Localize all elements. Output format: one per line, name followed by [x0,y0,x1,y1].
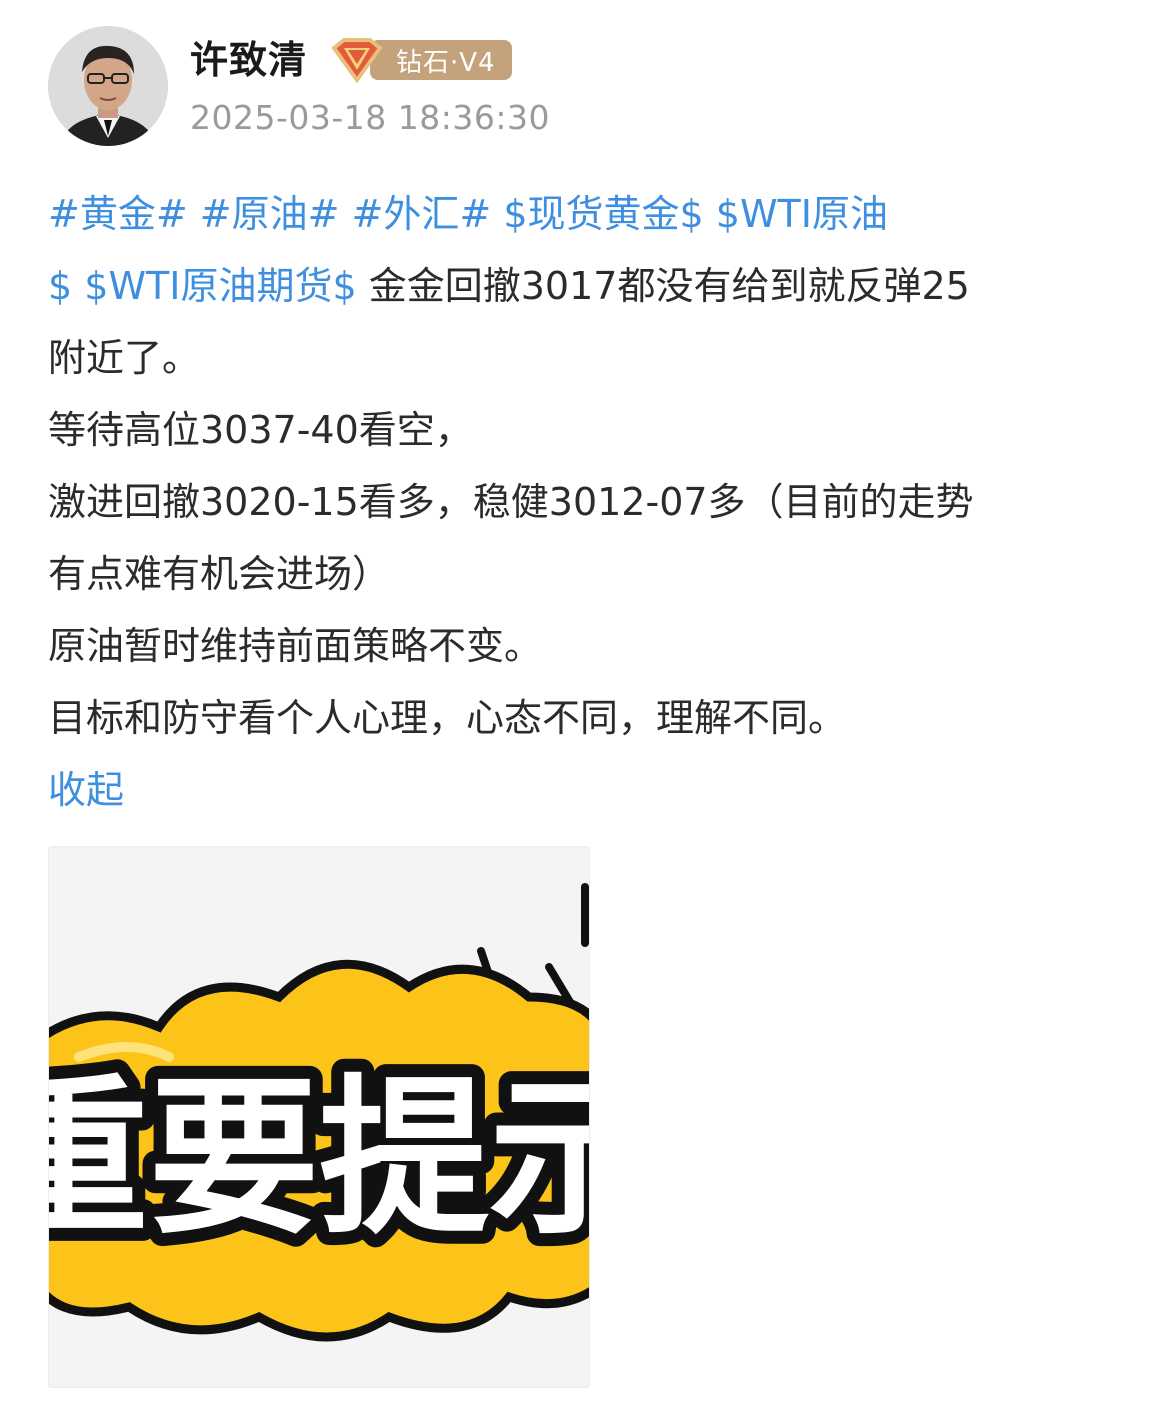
diamond-gem-icon [331,38,383,84]
post-line: 目标和防守看个人心理，心态不同，理解不同。 [48,696,847,740]
post-line: 等待高位3037-40看空， [48,408,473,452]
post-header: 许致清 钻石·V4 2025-03-18 18:36:30 [48,26,1128,146]
post-line: 附近了。 [48,336,201,380]
avatar-image [48,26,168,146]
avatar[interactable] [48,26,168,146]
post-text: 金金回撤3017都没有给到就反弹25 [368,264,970,308]
image-caption: 重要提示 重要提示 [49,1047,589,1271]
post-line: 激进回撤3020-15看多，稳健3012-07多（目前的走势 [48,480,974,524]
post-line: 原油暂时维持前面策略不变。 [48,624,543,668]
stock-tag-wti-crude[interactable]: $WTI原油 [716,192,888,236]
post-body: #黄金# #原油# #外汇# $现货黄金$ $WTI原油 $ $WTI原油期货$… [48,178,1128,826]
post-line: $ $WTI原油期货$ 金金回撤3017都没有给到就反弹25 [48,250,1128,322]
svg-text:重要提示: 重要提示 [49,1060,589,1258]
vip-badge[interactable]: 钻石·V4 [328,36,512,84]
stock-tag-wti-futures[interactable]: $WTI原油期货$ [84,264,356,308]
stock-tag-wti-crude-end[interactable]: $ [48,264,72,308]
topic-tag-crude-oil[interactable]: #原油# [200,192,340,236]
post-image[interactable]: 重要提示 重要提示 [48,846,590,1388]
username[interactable]: 许致清 [190,36,307,84]
topic-tag-gold[interactable]: #黄金# [48,192,188,236]
important-notice-image: 重要提示 重要提示 [49,847,589,1387]
badge-label: 钻石·V4 [370,40,512,80]
stock-tag-spot-gold[interactable]: $现货黄金$ [503,192,703,236]
topic-tag-forex[interactable]: #外汇# [352,192,492,236]
post-line: 有点难有机会进场） [48,552,391,596]
post-timestamp: 2025-03-18 18:36:30 [190,98,550,137]
post-line: #黄金# #原油# #外汇# $现货黄金$ $WTI原油 [48,178,1128,250]
collapse-link[interactable]: 收起 [48,768,124,812]
